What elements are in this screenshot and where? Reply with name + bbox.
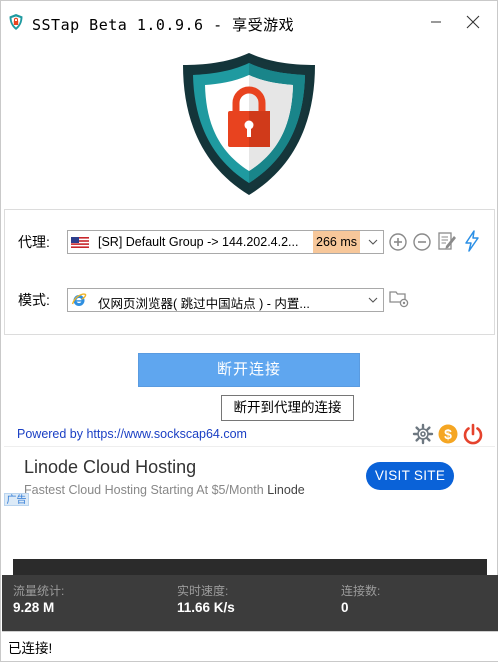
divider-bar — [13, 559, 487, 575]
mode-label: 模式: — [18, 292, 50, 308]
mode-selected-text: 仅网页浏览器( 跳过中国站点 ) - 内置... — [98, 297, 310, 311]
lightning-icon[interactable] — [462, 230, 482, 252]
settings-panel: 代理: [SR] Default Group -> 144.202.4.2...… — [4, 209, 495, 335]
speed-label: 实时速度: — [177, 584, 229, 598]
proxy-select[interactable]: [SR] Default Group -> 144.202.4.2... 266… — [67, 230, 384, 254]
shield-lock-icon — [183, 53, 315, 195]
ad-banner[interactable]: Linode Cloud Hosting Fastest Cloud Hosti… — [4, 446, 495, 506]
proxy-label: 代理: — [18, 234, 50, 250]
speed-value: 11.66 K/s — [177, 600, 235, 615]
svg-text:$: $ — [444, 426, 452, 442]
mode-settings-icon[interactable] — [388, 287, 410, 309]
dollar-icon[interactable]: $ — [437, 423, 459, 445]
ad-subtitle: Fastest Cloud Hosting Starting At $5/Mon… — [24, 483, 305, 497]
mode-select[interactable]: 仅网页浏览器( 跳过中国站点 ) - 内置... — [67, 288, 384, 312]
connections-value: 0 — [341, 600, 349, 615]
stats-panel: 流量统计: 9.28 M 实时速度: 11.66 K/s 连接数: 0 — [2, 575, 498, 631]
window-title: SSTap Beta 1.0.9.6 - 享受游戏 — [32, 16, 295, 34]
app-shield-icon — [9, 14, 23, 30]
ad-title: Linode Cloud Hosting — [24, 457, 197, 477]
chevron-down-icon[interactable] — [368, 238, 378, 246]
proxy-selected-text: [SR] Default Group -> 144.202.4.2... — [98, 235, 299, 249]
status-bar: 已连接! — [2, 631, 498, 661]
powered-by-link[interactable]: Powered by https://www.sockscap64.com — [17, 427, 247, 441]
chevron-down-icon[interactable] — [368, 296, 378, 304]
status-text: 已连接! — [8, 641, 53, 656]
ping-badge: 266 ms — [313, 231, 360, 253]
power-icon[interactable] — [462, 423, 484, 445]
disconnect-tooltip: 断开到代理的连接 — [221, 395, 354, 421]
edit-proxy-icon[interactable] — [437, 230, 457, 252]
close-icon[interactable] — [456, 9, 490, 35]
gear-icon[interactable] — [412, 423, 434, 445]
ad-tag: 广告 — [4, 493, 29, 506]
us-flag-icon — [71, 237, 89, 248]
visit-site-button[interactable]: VISIT SITE — [366, 462, 454, 490]
traffic-label: 流量统计: — [13, 584, 65, 598]
remove-proxy-icon[interactable] — [412, 231, 432, 253]
add-proxy-icon[interactable] — [388, 231, 408, 253]
title-bar[interactable]: SSTap Beta 1.0.9.6 - 享受游戏 — [1, 1, 497, 43]
ad-brand: Linode — [267, 483, 305, 497]
sstap-window: SSTap Beta 1.0.9.6 - 享受游戏 代理: [SR] Defau… — [0, 0, 498, 662]
ad-subtitle-text: Fastest Cloud Hosting Starting At $5/Mon… — [24, 483, 264, 497]
traffic-value: 9.28 M — [13, 600, 55, 615]
disconnect-button[interactable]: 断开连接 — [138, 353, 360, 387]
minimize-icon[interactable] — [419, 9, 453, 35]
browser-icon — [71, 293, 87, 306]
connections-label: 连接数: — [341, 584, 381, 598]
